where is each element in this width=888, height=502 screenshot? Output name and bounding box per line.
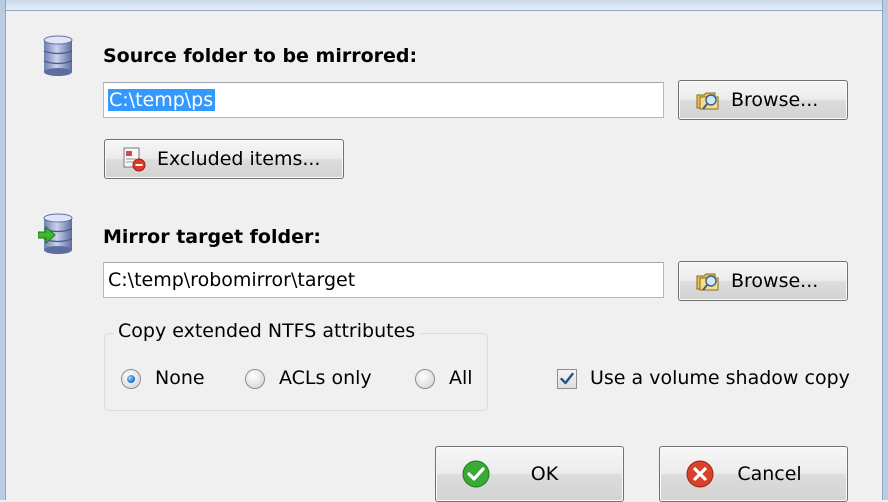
target-path-field[interactable]: C:\temp\robomirror\target [103,262,664,298]
radio-all-label[interactable]: All [449,367,473,389]
target-folder-heading: Mirror target folder: [103,226,321,248]
cancel-button[interactable]: Cancel [659,446,848,502]
ok-label: OK [530,463,559,485]
radio-acls-only[interactable] [245,369,265,389]
ntfs-attributes-legend: Copy extended NTFS attributes [114,320,420,342]
ok-button[interactable]: OK [435,446,624,502]
radio-all[interactable] [415,369,435,389]
radio-none[interactable] [121,369,141,389]
excluded-items-button[interactable]: Excluded items... [104,139,344,179]
source-path-field[interactable]: C:\temp\ps [103,82,664,118]
window-left-border [0,0,6,500]
source-browse-label: Browse... [731,89,819,111]
shadow-copy-checkbox[interactable] [557,369,577,389]
checkmark-icon [560,372,574,385]
database-target-icon [37,212,78,260]
folder-browse-icon [695,87,721,113]
window-right-border [882,0,888,500]
window-title-bar [0,0,888,11]
excluded-items-label: Excluded items... [157,148,321,170]
folder-browse-icon [695,268,721,294]
close-circle-icon [685,459,715,489]
source-folder-heading: Source folder to be mirrored: [103,45,418,67]
radio-none-label[interactable]: None [155,367,205,389]
source-browse-button[interactable]: Browse... [678,80,848,120]
radio-selected-dot [127,375,135,383]
target-path-value: C:\temp\robomirror\target [108,269,356,291]
target-browse-button[interactable]: Browse... [678,261,848,301]
radio-acls-only-label[interactable]: ACLs only [279,367,372,389]
excluded-items-icon [121,146,147,172]
target-browse-label: Browse... [731,270,819,292]
source-path-value: C:\temp\ps [108,89,216,111]
database-source-icon [38,34,78,82]
check-circle-icon [461,459,491,489]
cancel-label: Cancel [737,463,802,485]
shadow-copy-label[interactable]: Use a volume shadow copy [590,367,850,389]
